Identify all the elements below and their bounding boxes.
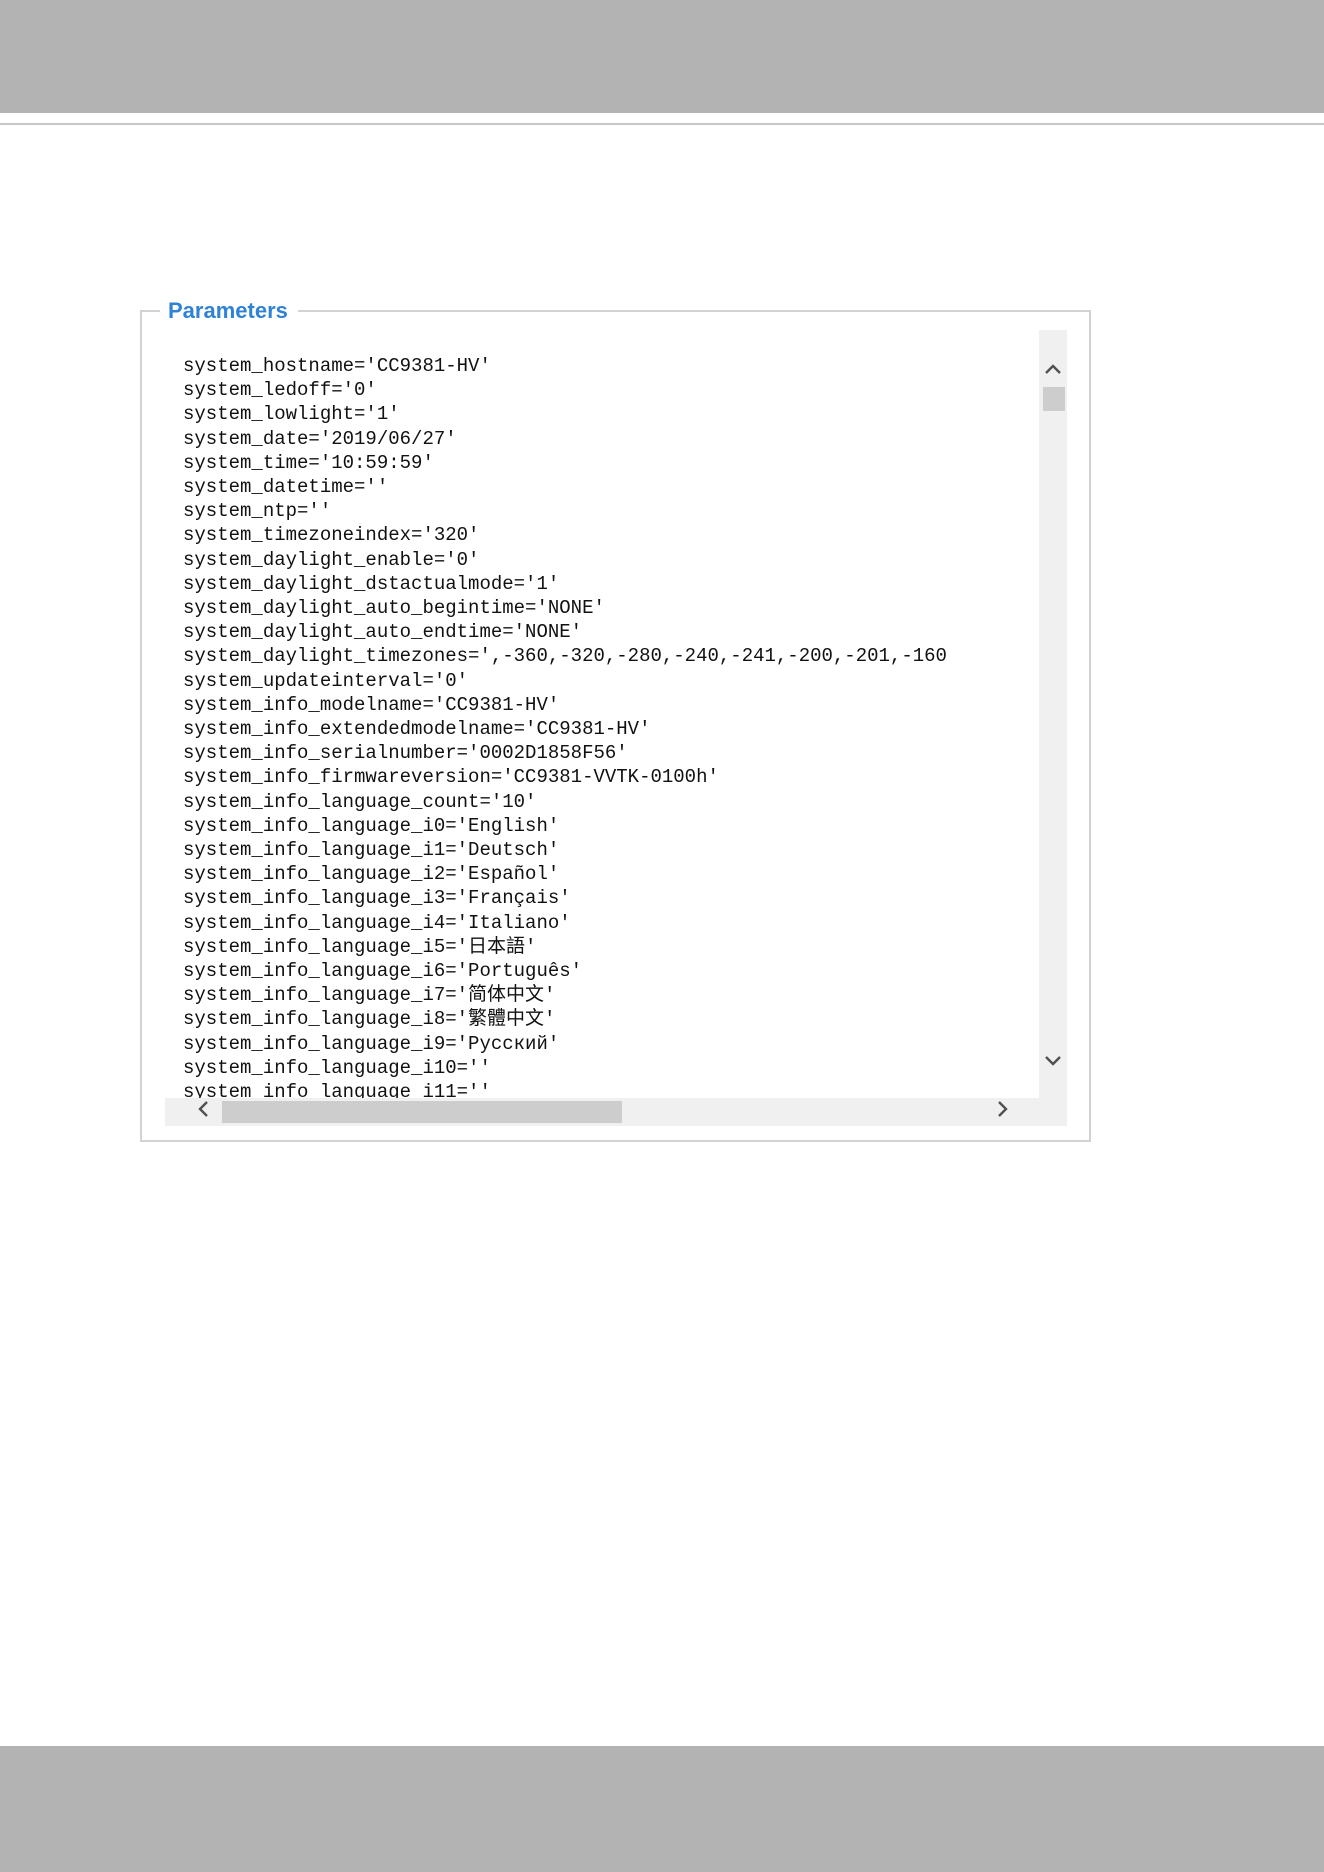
scrollbar-corner	[1039, 1098, 1067, 1126]
parameter-line: system_daylight_auto_begintime='NONE'	[183, 597, 605, 620]
parameter-line: system_daylight_auto_endtime='NONE'	[183, 621, 583, 644]
parameter-line: system_info_language_i2='Español'	[183, 863, 560, 886]
chevron-left-icon[interactable]	[191, 1100, 215, 1124]
parameter-line: system_daylight_dstactualmode='1'	[183, 572, 560, 595]
parameter-line: system_info_modelname='CC9381-HV'	[183, 693, 560, 716]
parameter-line: system_info_language_i10=''	[183, 1056, 491, 1079]
parameter-line: system_hostname='CC9381-HV'	[183, 355, 491, 377]
parameter-line: system_info_language_i6='Português'	[183, 960, 583, 983]
parameter-line: system_info_language_i11=''	[183, 1081, 491, 1098]
parameter-line: system_datetime=''	[183, 476, 389, 499]
parameters-content: system_hostname='CC9381-HV' system_ledoff…	[165, 330, 1039, 1098]
parameters-textarea[interactable]: system_hostname='CC9381-HV' system_ledoff…	[165, 330, 1067, 1126]
parameter-line: system_date='2019/06/27'	[183, 427, 457, 450]
parameter-line: system_info_language_count='10'	[183, 790, 537, 813]
parameter-line: system_info_language_i4='Italiano'	[183, 911, 571, 934]
parameter-line: system_timezoneindex='320'	[183, 524, 480, 547]
parameters-legend: Parameters	[160, 296, 298, 326]
parameter-line: system_info_language_i0='English'	[183, 814, 560, 837]
parameter-line: system_info_language_i7='简体中文'	[183, 984, 556, 1007]
parameter-line: system_time='10:59:59'	[183, 451, 434, 474]
parameter-line: system_lowlight='1'	[183, 403, 400, 426]
parameter-line: system_info_language_i3='Français'	[183, 887, 571, 910]
horizontal-scrollbar[interactable]	[165, 1098, 1039, 1126]
header-divider	[0, 123, 1324, 125]
parameter-line: system_info_language_i1='Deutsch'	[183, 839, 560, 862]
chevron-right-icon[interactable]	[991, 1100, 1015, 1124]
parameter-line: system_info_language_i5='日本語'	[183, 935, 537, 958]
parameter-line: system_info_extendedmodelname='CC9381-HV…	[183, 718, 651, 741]
vertical-scrollbar[interactable]	[1039, 330, 1067, 1098]
parameter-line: system_info_language_i9='Русский'	[183, 1032, 560, 1055]
parameter-line: system_daylight_timezones=',-360,-320,-2…	[183, 645, 947, 668]
chevron-up-icon[interactable]	[1039, 356, 1067, 380]
parameter-line: system_daylight_enable='0'	[183, 548, 480, 571]
parameter-line: system_info_serialnumber='0002D1858F56'	[183, 742, 628, 765]
parameter-lines: system_hostname='CC9381-HV' system_ledoff…	[183, 354, 947, 1098]
vertical-scroll-thumb[interactable]	[1043, 387, 1065, 411]
parameter-line: system_updateinterval='0'	[183, 669, 469, 692]
page-header-band	[0, 0, 1324, 113]
horizontal-scroll-thumb[interactable]	[222, 1101, 622, 1123]
parameter-line: system_info_language_i8='繁體中文'	[183, 1008, 556, 1031]
chevron-down-icon[interactable]	[1039, 1048, 1067, 1072]
parameter-line: system_info_firmwareversion='CC9381-VVTK…	[183, 766, 719, 789]
parameter-line: system_ntp=''	[183, 500, 332, 523]
page-footer-band	[0, 1746, 1324, 1872]
parameter-line: system_ledoff='0'	[183, 379, 377, 402]
